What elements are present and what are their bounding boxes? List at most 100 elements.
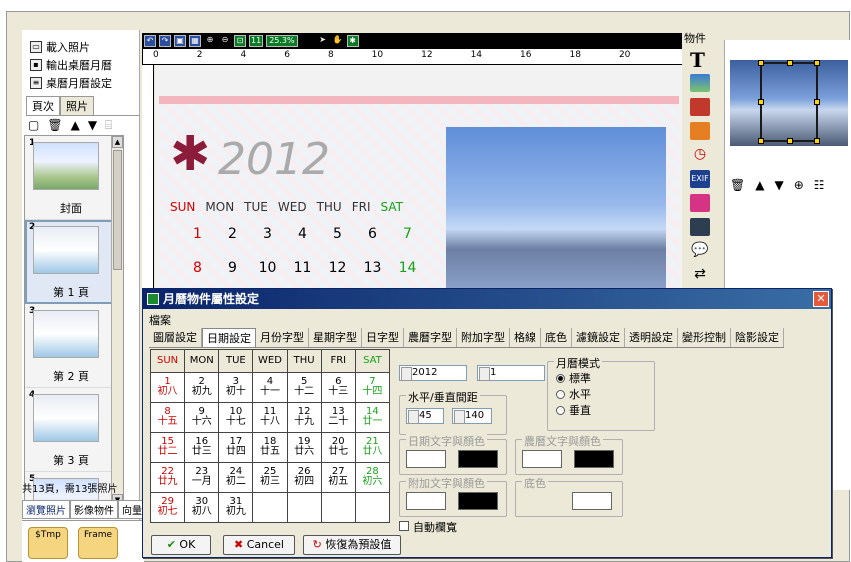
close-icon[interactable]: ✕ — [813, 291, 829, 307]
calendar-icon[interactable] — [690, 218, 710, 236]
date-cell[interactable]: 4 十一 — [252, 371, 288, 403]
tab-browse-photos[interactable]: 瀏覽照片 — [22, 500, 70, 519]
move-up-icon[interactable]: ▲ — [71, 118, 80, 132]
lunar-color-swatch[interactable] — [574, 450, 614, 468]
tab-photos[interactable]: 照片 — [60, 96, 94, 115]
thumbnail-scrollbar[interactable]: ▲ ▼ — [111, 136, 123, 506]
v-spacing-spinner[interactable]: 140 — [452, 408, 492, 424]
exif-icon[interactable]: EXIF — [690, 170, 710, 188]
grid-icon[interactable]: ▦ — [189, 35, 201, 47]
date-cell[interactable]: 21 廿八 — [354, 431, 391, 463]
tab-11[interactable]: 變形控制 — [678, 328, 731, 347]
date-cell[interactable]: 23 一月 — [184, 461, 220, 493]
date-cell[interactable] — [252, 491, 288, 524]
tab-pages[interactable]: 頁次 — [26, 96, 60, 115]
year-spinner[interactable]: 2012 — [399, 365, 467, 381]
date-cell[interactable]: 15 廿二 — [149, 431, 186, 463]
date-cell[interactable]: 7 十四 — [354, 371, 391, 403]
properties-icon[interactable]: ☷ — [814, 178, 825, 192]
tab-3[interactable]: 星期字型 — [309, 328, 362, 347]
move-down-icon[interactable]: ▼ — [774, 178, 783, 192]
resize-handle[interactable] — [814, 60, 820, 66]
date-cell[interactable]: 11 十八 — [252, 401, 288, 433]
lunar-text-swatch[interactable] — [522, 450, 562, 468]
date-cell[interactable]: 18 廿五 — [252, 431, 288, 463]
date-cell[interactable]: 12 十九 — [286, 401, 322, 433]
date-cell[interactable]: 24 初二 — [218, 461, 254, 493]
frame-tool-icon[interactable] — [690, 98, 710, 116]
fit-page-icon[interactable]: ▣ — [174, 35, 186, 47]
cake-icon[interactable] — [690, 194, 710, 212]
page-settings-icon[interactable]: ⌸ — [105, 118, 112, 133]
date-cell[interactable]: 25 初三 — [252, 461, 288, 493]
tab-0[interactable]: 圖層設定 — [149, 328, 202, 347]
date-cell[interactable] — [354, 491, 391, 524]
clock-icon[interactable]: ◷ — [690, 146, 710, 164]
auto-width-checkbox[interactable] — [399, 521, 409, 531]
date-cell[interactable]: 19 廿六 — [286, 431, 322, 463]
radio-standard[interactable]: 標準 — [556, 370, 591, 386]
redo-icon[interactable]: ↷ — [159, 35, 171, 47]
hand-icon[interactable]: ✋ — [331, 35, 344, 47]
tab-image-objects[interactable]: 影像物件 — [70, 500, 118, 519]
tab-5[interactable]: 農曆字型 — [404, 328, 457, 347]
image-tool-icon[interactable] — [690, 74, 710, 92]
tab-6[interactable]: 附加字型 — [457, 328, 510, 347]
ok-button[interactable]: ✔ OK — [151, 535, 211, 555]
date-cell[interactable]: 6 十三 — [320, 371, 356, 403]
radio-horizontal[interactable]: 水平 — [556, 386, 591, 402]
date-cell[interactable]: 10 十七 — [218, 401, 254, 433]
date-cell[interactable]: 27 初五 — [320, 461, 356, 493]
date-cell[interactable]: 29 初七 — [149, 491, 186, 524]
resize-handle[interactable] — [758, 99, 764, 105]
date-text-swatch[interactable] — [406, 450, 446, 468]
preview-selection-box[interactable] — [758, 60, 820, 144]
resize-handle[interactable] — [758, 60, 764, 66]
speech-bubble-icon[interactable]: 💬 — [690, 242, 710, 260]
date-color-swatch[interactable] — [458, 450, 498, 468]
list-item[interactable]: 1 封面 — [25, 136, 123, 220]
date-cell[interactable]: 8 十五 — [149, 401, 186, 433]
reset-defaults-button[interactable]: ↻ 恢復為預設值 — [303, 535, 401, 555]
load-photo-item[interactable]: ▭ 載入照片 — [30, 38, 139, 56]
radio-vertical[interactable]: 垂直 — [556, 402, 591, 418]
background-swatch[interactable] — [572, 492, 612, 510]
date-cell[interactable] — [320, 491, 356, 524]
extra-color-swatch[interactable] — [458, 492, 498, 510]
tab-9[interactable]: 濾鏡設定 — [572, 328, 625, 347]
layer-tool-icon[interactable] — [690, 122, 710, 140]
tab-1[interactable]: 日期設定 — [202, 328, 256, 347]
text-tool-icon[interactable]: T — [690, 48, 705, 72]
calendar-settings-item[interactable]: ≡ 桌曆月曆設定 — [30, 74, 139, 92]
resize-handle[interactable] — [758, 138, 764, 144]
resize-handle[interactable] — [814, 138, 820, 144]
date-cell[interactable]: 31 初九 — [218, 491, 254, 524]
new-page-icon[interactable]: ▢ — [28, 118, 39, 132]
folder-icon[interactable]: Frame — [78, 527, 118, 559]
select-area-icon[interactable]: ✱ — [346, 35, 359, 47]
date-cell[interactable]: 28 初六 — [354, 461, 391, 493]
resize-handle[interactable] — [814, 99, 820, 105]
date-cell[interactable]: 30 初八 — [184, 491, 220, 524]
date-cell[interactable]: 3 初十 — [218, 371, 254, 403]
tab-10[interactable]: 透明設定 — [625, 328, 678, 347]
calendar-photo[interactable] — [446, 127, 666, 297]
scroll-up-icon[interactable]: ▲ — [112, 136, 123, 148]
lock-icon[interactable]: ⊕ — [794, 178, 804, 192]
date-cell[interactable] — [286, 491, 322, 524]
menu-file[interactable]: 檔案 — [149, 312, 171, 328]
zoom-in-icon[interactable]: ⊕ — [204, 35, 216, 47]
tab-4[interactable]: 日字型 — [362, 328, 404, 347]
tab-7[interactable]: 格線 — [510, 328, 541, 347]
move-up-icon[interactable]: ▲ — [755, 178, 764, 192]
export-calendar-item[interactable]: ▪ 輸出桌曆月曆 — [30, 56, 139, 74]
date-cell[interactable]: 26 初四 — [286, 461, 322, 493]
pointer-icon[interactable]: ➤ — [316, 35, 329, 47]
date-cell[interactable]: 17 廿四 — [218, 431, 254, 463]
resize-handle[interactable] — [787, 60, 793, 66]
date-cell[interactable]: 13 二十 — [320, 401, 356, 433]
resize-handle[interactable] — [787, 138, 793, 144]
extra-text-swatch[interactable] — [406, 492, 446, 510]
list-item[interactable]: 3 第 2 頁 — [25, 304, 123, 388]
date-cell[interactable]: 22 廿九 — [149, 461, 186, 493]
